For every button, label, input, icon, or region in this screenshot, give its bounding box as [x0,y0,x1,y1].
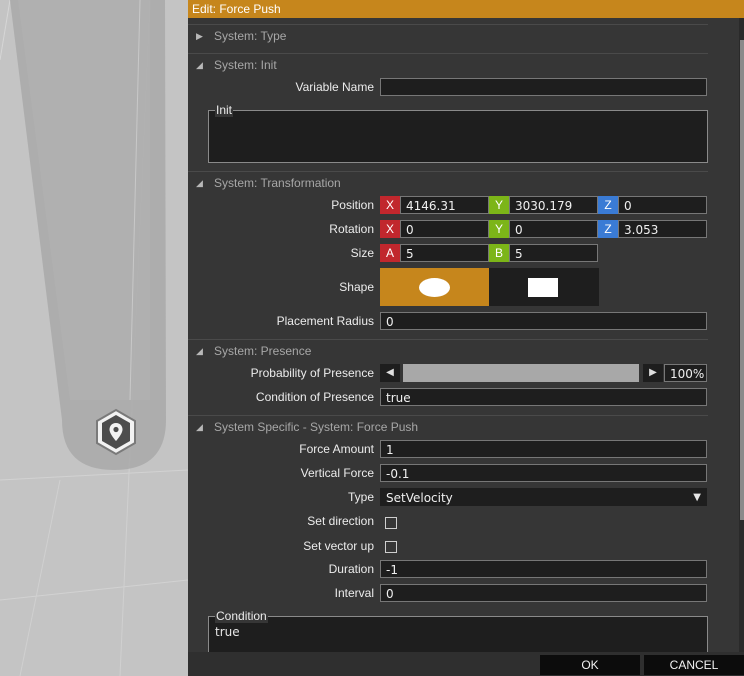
section-header-presence[interactable]: ◢ System: Presence [188,339,708,362]
probability-slider-left-arrow[interactable]: ◀ [380,364,400,382]
probability-slider-track[interactable] [403,364,639,382]
position-x-axis-badge: X [380,196,400,214]
probability-slider-right-arrow[interactable]: ▶ [643,364,663,382]
rotation-x-input[interactable]: 0 [400,220,489,238]
size-b-axis-badge: B [489,244,509,262]
force-amount-label: Force Amount [299,442,374,456]
probability-label: Probability of Presence [250,366,374,380]
scrollbar-thumb[interactable] [740,40,744,520]
rotation-label: Rotation [329,222,374,236]
force-amount-input[interactable]: 1 [380,440,707,458]
vertical-force-label: Vertical Force [300,466,374,480]
init-textarea[interactable] [208,110,708,163]
editor-viewport[interactable] [0,0,188,676]
position-y-input[interactable]: 3030.179 [509,196,598,214]
section-header-transformation[interactable]: ◢ System: Transformation [188,171,708,194]
set-direction-label: Set direction [307,514,374,528]
duration-label: Duration [328,562,374,576]
position-y-axis-badge: Y [489,196,509,214]
size-b-input[interactable]: 5 [509,244,598,262]
cancel-button[interactable]: CANCEL [644,655,744,675]
placement-radius-label: Placement Radius [276,314,374,328]
set-direction-checkbox[interactable] [385,517,397,529]
position-z-axis-badge: Z [598,196,618,214]
viewport-terrain [0,0,188,676]
probability-slider-fill [403,364,639,382]
placement-radius-input[interactable]: 0 [380,312,707,330]
section-title-specific: System Specific - System: Force Push [214,420,419,434]
type-label: Type [347,490,374,504]
position-x-input[interactable]: 4146.31 [400,196,489,214]
dialog-title: Edit: Force Push [188,0,744,18]
condition-textarea-value: true [215,625,240,639]
interval-label: Interval [334,586,374,600]
variable-name-label: Variable Name [295,80,374,94]
rotation-y-axis-badge: Y [489,220,509,238]
rotation-z-axis-badge: Z [598,220,618,238]
condition-textarea[interactable]: true [208,616,708,652]
condition-of-presence-input[interactable]: true [380,388,707,406]
chevron-down-icon: ▼ [693,492,701,503]
location-marker-icon[interactable] [94,408,138,456]
rotation-z-input[interactable]: 3.053 [618,220,707,238]
set-vector-up-label: Set vector up [303,539,374,553]
section-header-init[interactable]: ◢ System: Init [188,53,708,76]
size-label: Size [350,246,374,260]
section-header-type[interactable]: ▶ System: Type [188,24,708,47]
shape-rectangle-button[interactable] [489,268,599,306]
position-label: Position [331,198,374,212]
rectangle-icon [528,278,558,297]
type-dropdown[interactable]: SetVelocity ▼ [380,488,707,506]
triangle-down-icon: ◢ [196,346,203,356]
set-vector-up-checkbox[interactable] [385,541,397,553]
duration-input[interactable]: -1 [380,560,707,578]
triangle-right-icon: ▶ [196,31,203,41]
properties-scroll-area[interactable]: ▶ System: Type ◢ System: Init Variable N… [188,18,738,652]
ok-button[interactable]: OK [540,655,640,675]
shape-label: Shape [339,280,374,294]
triangle-down-icon: ◢ [196,178,203,188]
section-title-presence: System: Presence [214,344,312,358]
triangle-down-icon: ◢ [196,422,203,432]
triangle-down-icon: ◢ [196,60,203,70]
rotation-x-axis-badge: X [380,220,400,238]
shape-ellipse-button[interactable] [380,268,489,306]
section-header-specific[interactable]: ◢ System Specific - System: Force Push [188,415,708,438]
size-a-axis-badge: A [380,244,400,262]
probability-value[interactable]: 100% [664,364,707,382]
ellipse-icon [419,278,450,297]
section-title-init: System: Init [214,58,277,72]
rotation-y-input[interactable]: 0 [509,220,598,238]
size-a-input[interactable]: 5 [400,244,489,262]
position-z-input[interactable]: 0 [618,196,707,214]
variable-name-input[interactable] [380,78,707,96]
init-group-label: Init [215,103,234,117]
type-dropdown-value: SetVelocity [386,491,453,505]
vertical-force-input[interactable]: -0.1 [380,464,707,482]
condition-of-presence-label: Condition of Presence [255,390,374,404]
section-title-type: System: Type [214,29,287,43]
condition-group-label: Condition [215,609,268,623]
edit-dialog: Edit: Force Push ▶ System: Type ◢ System… [188,0,744,676]
interval-input[interactable]: 0 [380,584,707,602]
section-title-transformation: System: Transformation [214,176,341,190]
